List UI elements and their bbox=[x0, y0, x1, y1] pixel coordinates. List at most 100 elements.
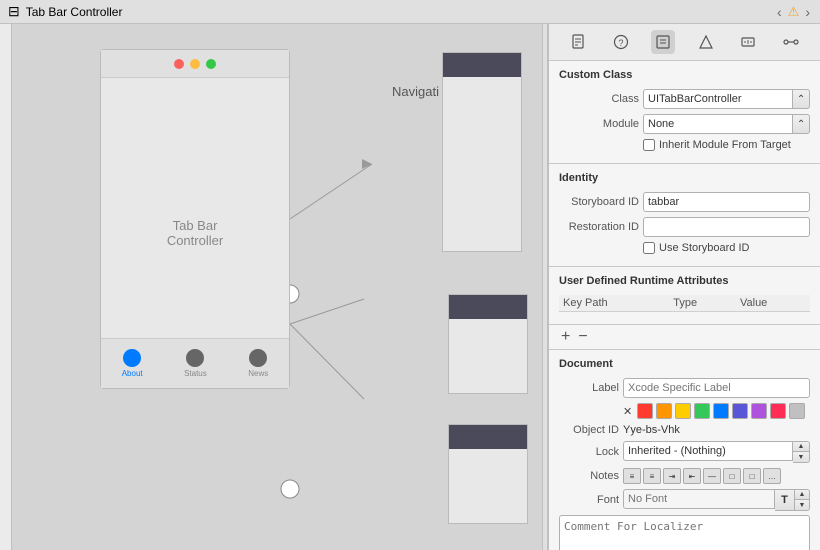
canvas-area: Tab Bar Controller About Status News bbox=[12, 24, 542, 550]
storyboard-id-input[interactable] bbox=[643, 192, 810, 212]
tab-label-news: News bbox=[248, 369, 268, 378]
vc3-nav-bar bbox=[449, 425, 527, 449]
notes-icon-1[interactable]: ≡ bbox=[623, 468, 641, 484]
font-stepper-down[interactable]: ▼ bbox=[795, 500, 809, 510]
right-panel: ? Custom Class Class UITabBarCon bbox=[548, 24, 820, 550]
lock-stepper: ▲ ▼ bbox=[793, 441, 810, 463]
connections-inspector-btn[interactable] bbox=[779, 30, 803, 54]
view-controller-3 bbox=[448, 424, 528, 524]
class-select[interactable]: UITabBarController bbox=[643, 89, 792, 109]
color-yellow[interactable] bbox=[675, 403, 691, 419]
doc-label-input[interactable] bbox=[623, 378, 810, 398]
notes-icon-7[interactable]: □ bbox=[743, 468, 761, 484]
class-row: Class UITabBarController ⌃ bbox=[559, 89, 810, 109]
nav-forward-btn[interactable]: › bbox=[803, 4, 812, 20]
notes-label: Notes bbox=[559, 470, 619, 482]
notes-icons: ≡ ≡ ⇥ ⇤ — □ □ … bbox=[623, 468, 781, 484]
custom-class-title: Custom Class bbox=[559, 69, 810, 81]
lock-select[interactable]: Inherited - (Nothing) bbox=[623, 441, 793, 461]
color-red[interactable] bbox=[637, 403, 653, 419]
object-id-value: Yye-bs-Vhk bbox=[623, 424, 680, 436]
col-value: Value bbox=[736, 295, 810, 312]
device-dot-green bbox=[206, 59, 216, 69]
nav-warn-icon[interactable]: ⚠ bbox=[786, 4, 802, 20]
font-label: Font bbox=[559, 494, 619, 506]
inherit-module-checkbox[interactable] bbox=[643, 139, 655, 151]
font-stepper: ▲ ▼ bbox=[795, 489, 810, 511]
notes-icon-3[interactable]: ⇥ bbox=[663, 468, 681, 484]
font-stepper-up[interactable]: ▲ bbox=[795, 490, 809, 500]
quick-help-btn[interactable]: ? bbox=[609, 30, 633, 54]
attributes-inspector-btn[interactable] bbox=[694, 30, 718, 54]
size-inspector-btn[interactable] bbox=[736, 30, 760, 54]
device-dot-yellow bbox=[190, 59, 200, 69]
tab-item-status: Status bbox=[184, 349, 207, 378]
panel-toolbar: ? bbox=[549, 24, 820, 61]
identity-inspector-btn[interactable] bbox=[651, 30, 675, 54]
restoration-id-label: Restoration ID bbox=[559, 221, 639, 233]
use-storyboard-checkbox[interactable] bbox=[643, 242, 655, 254]
object-id-row: Object ID Yye-bs-Vhk bbox=[559, 424, 810, 436]
module-row: Module None ⌃ bbox=[559, 114, 810, 134]
font-input-wrap: T ▲ ▼ bbox=[623, 489, 810, 511]
color-x-btn[interactable]: ✕ bbox=[623, 405, 632, 418]
custom-class-section: Custom Class Class UITabBarController ⌃ … bbox=[549, 61, 820, 164]
color-row: ✕ bbox=[623, 403, 810, 419]
notes-icon-2[interactable]: ≡ bbox=[643, 468, 661, 484]
inherit-module-label: Inherit Module From Target bbox=[659, 139, 791, 151]
vc2-nav-bar bbox=[449, 295, 527, 319]
color-gray[interactable] bbox=[789, 403, 805, 419]
notes-icon-6[interactable]: □ bbox=[723, 468, 741, 484]
device-mockup: Tab Bar Controller About Status News bbox=[100, 49, 290, 389]
device-tab-bar: About Status News bbox=[101, 338, 289, 388]
doc-label-label: Label bbox=[559, 382, 619, 394]
color-indigo[interactable] bbox=[732, 403, 748, 419]
class-select-btn[interactable]: ⌃ bbox=[792, 89, 810, 109]
device-dot-red bbox=[174, 59, 184, 69]
nav-vc-bar bbox=[443, 53, 521, 77]
color-purple[interactable] bbox=[751, 403, 767, 419]
table-row bbox=[559, 312, 810, 317]
notes-icon-4[interactable]: ⇤ bbox=[683, 468, 701, 484]
module-select-btn[interactable]: ⌃ bbox=[792, 114, 810, 134]
nav-view-controller bbox=[442, 52, 522, 252]
color-green[interactable] bbox=[694, 403, 710, 419]
title-bar-title: Tab Bar Controller bbox=[26, 5, 123, 19]
tab-circle-status bbox=[186, 349, 204, 367]
tab-item-news: News bbox=[248, 349, 268, 378]
object-id-label: Object ID bbox=[559, 424, 619, 436]
lock-stepper-down[interactable]: ▼ bbox=[793, 452, 809, 462]
title-bar-nav: ‹ ⚠ › bbox=[775, 4, 812, 20]
font-input[interactable] bbox=[623, 489, 775, 509]
comment-row bbox=[559, 515, 810, 550]
class-select-container: UITabBarController ⌃ bbox=[643, 89, 810, 109]
device-label: Tab Bar Controller bbox=[148, 218, 242, 248]
main-area: Tab Bar Controller About Status News bbox=[0, 24, 820, 550]
font-row: Font T ▲ ▼ bbox=[559, 489, 810, 511]
inherit-module-row: Inherit Module From Target bbox=[643, 139, 810, 151]
lock-row: Lock Inherited - (Nothing) ▲ ▼ bbox=[559, 441, 810, 463]
notes-icon-5[interactable]: — bbox=[703, 468, 721, 484]
remove-attribute-btn[interactable]: − bbox=[576, 329, 589, 345]
file-inspector-btn[interactable] bbox=[566, 30, 590, 54]
font-t-btn[interactable]: T bbox=[775, 489, 795, 511]
restoration-id-row: Restoration ID bbox=[559, 217, 810, 237]
comment-textarea[interactable] bbox=[559, 515, 810, 550]
lock-stepper-up[interactable]: ▲ bbox=[793, 442, 809, 452]
module-select[interactable]: None bbox=[643, 114, 792, 134]
col-type: Type bbox=[669, 295, 736, 312]
notes-icon-8[interactable]: … bbox=[763, 468, 781, 484]
svg-text:?: ? bbox=[618, 38, 623, 48]
lock-select-container: Inherited - (Nothing) ▲ ▼ bbox=[623, 441, 810, 463]
left-sidebar bbox=[0, 24, 12, 550]
color-pink[interactable] bbox=[770, 403, 786, 419]
restoration-id-input[interactable] bbox=[643, 217, 810, 237]
color-blue[interactable] bbox=[713, 403, 729, 419]
color-orange[interactable] bbox=[656, 403, 672, 419]
add-attribute-btn[interactable]: + bbox=[559, 329, 572, 345]
user-defined-section: User Defined Runtime Attributes Key Path… bbox=[549, 267, 820, 325]
use-storyboard-label: Use Storyboard ID bbox=[659, 242, 749, 254]
storyboard-id-row: Storyboard ID bbox=[559, 192, 810, 212]
document-section: Document Label ✕ Object ID Yy bbox=[549, 350, 820, 550]
nav-back-btn[interactable]: ‹ bbox=[775, 4, 784, 20]
